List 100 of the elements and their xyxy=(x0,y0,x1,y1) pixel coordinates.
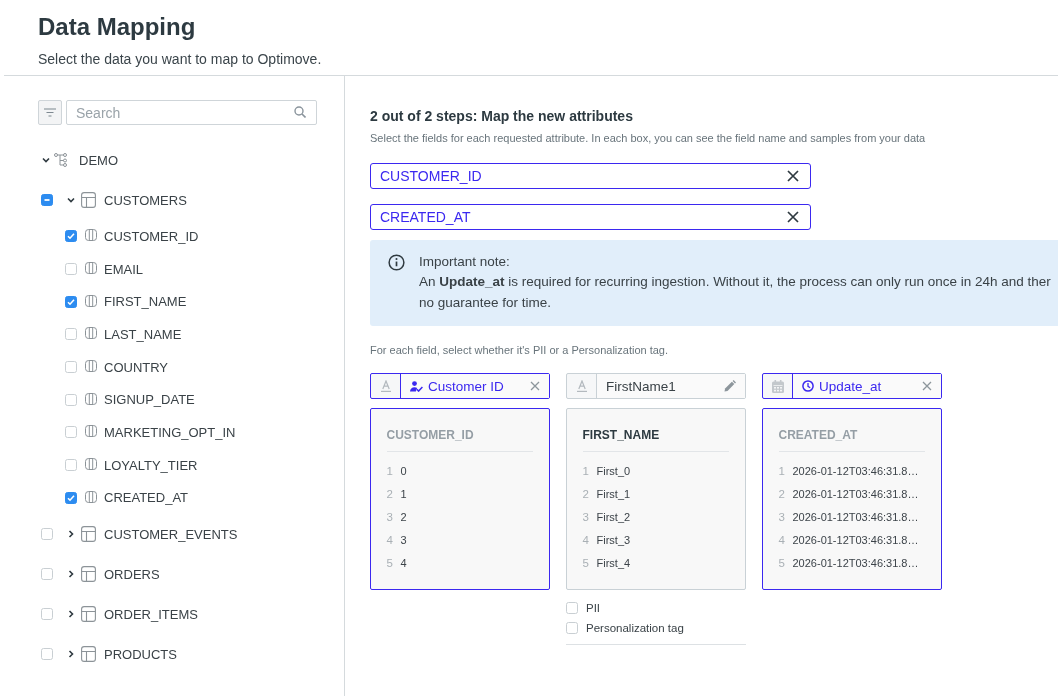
checkbox[interactable] xyxy=(65,295,77,308)
field-sample-card[interactable]: CUSTOMER_ID 1 0 2 1 3 2 4 3 5 4 xyxy=(370,408,550,590)
search-icon xyxy=(294,106,306,118)
tree-item[interactable]: ORDER_ITEMS xyxy=(104,606,198,622)
search-field[interactable]: Search xyxy=(66,100,317,125)
columns-icon xyxy=(85,229,97,242)
selected-field[interactable]: CREATED_AT xyxy=(370,204,811,230)
field-sample-card[interactable]: FIRST_NAME 1 First_0 2 First_1 3 First_2 4 First_3 5 First_4 xyxy=(566,408,746,590)
table-icon xyxy=(81,526,96,543)
chevron-right-icon[interactable] xyxy=(67,530,75,539)
step-description: Select the fields for each requested attribute. In each box, you can see the field name and samples from your data xyxy=(370,131,926,145)
tree-item[interactable]: COUNTRY xyxy=(104,359,169,375)
field-sample-card[interactable]: CREATED_AT 1 2026-01-12T03:46:31.8… 2 2026-01-12T03:46:31.8… 3 2026-01-12T03:46:31.8… 4 2026-01-12T03:46:31.8… 5 2026-01-12T03:46:31.8… xyxy=(762,408,942,590)
checkbox[interactable] xyxy=(65,459,77,472)
row-number: 1 xyxy=(778,464,786,477)
note-title: Important note: xyxy=(419,253,510,271)
sample-value: 2026-01-12T03:46:31.8… xyxy=(792,464,919,477)
attribute-label: Customer ID xyxy=(428,378,505,394)
tree-item[interactable]: EMAIL xyxy=(104,261,143,277)
columns-icon xyxy=(85,458,97,471)
tree-item[interactable]: PRODUCTS xyxy=(104,646,177,662)
hint-text: For each field, select whether it's PII or a Personalization tag. xyxy=(370,343,669,357)
columns-icon xyxy=(85,262,97,275)
tree-item[interactable]: SIGNUP_DATE xyxy=(104,392,195,408)
attribute-picker[interactable]: Customer ID xyxy=(370,373,550,399)
pencil-icon[interactable] xyxy=(724,380,736,392)
close-icon[interactable] xyxy=(787,170,799,182)
sample-value: First_1 xyxy=(596,487,631,500)
chevron-right-icon[interactable] xyxy=(67,610,75,619)
checkbox[interactable] xyxy=(41,528,53,541)
row-number: 2 xyxy=(778,487,786,500)
tree-item[interactable]: LAST_NAME xyxy=(104,326,182,342)
row-number: 1 xyxy=(582,464,590,477)
checkbox[interactable] xyxy=(41,608,53,621)
table-icon xyxy=(81,606,96,623)
tree-item[interactable]: MARKETING_OPT_IN xyxy=(104,424,236,440)
row-number: 3 xyxy=(582,510,590,523)
sample-value: First_3 xyxy=(596,533,631,546)
sample-value: First_4 xyxy=(596,556,631,569)
text-format-icon xyxy=(576,380,587,392)
text-format-icon xyxy=(380,380,391,392)
attribute-label: FirstName1 xyxy=(606,378,677,394)
chevron-right-icon[interactable] xyxy=(67,570,75,579)
columns-icon xyxy=(85,425,97,438)
tree-item[interactable]: DEMO xyxy=(79,152,118,168)
checkbox[interactable] xyxy=(65,361,77,374)
checkbox[interactable] xyxy=(65,393,77,406)
tree-item[interactable]: CUSTOMER_EVENTS xyxy=(104,526,238,542)
checkbox[interactable] xyxy=(566,602,578,614)
sample-value: 2 xyxy=(400,510,407,523)
filter-button[interactable] xyxy=(38,100,62,125)
checkbox[interactable] xyxy=(65,230,77,243)
tree-item[interactable]: FIRST_NAME xyxy=(104,294,187,310)
sample-value: 2026-01-12T03:46:31.8… xyxy=(792,487,919,500)
info-icon xyxy=(388,254,405,271)
tree-item[interactable]: CUSTOMER_ID xyxy=(104,228,199,244)
tree-item[interactable]: LOYALTY_TIER xyxy=(104,457,198,473)
chevron-down-icon[interactable] xyxy=(67,196,75,204)
calendar-icon xyxy=(771,379,784,393)
chevron-right-icon[interactable] xyxy=(67,650,75,659)
tree-item[interactable]: CUSTOMERS xyxy=(104,192,187,208)
page-title: Data Mapping xyxy=(38,12,196,42)
filter-icon xyxy=(44,108,56,117)
checkbox-label: Personalization tag xyxy=(586,622,684,634)
tree-item[interactable]: CREATED_AT xyxy=(104,490,189,506)
row-number: 4 xyxy=(778,533,786,546)
checkbox[interactable] xyxy=(41,194,53,206)
checkbox[interactable] xyxy=(65,491,77,504)
checkbox[interactable] xyxy=(65,328,77,341)
column-name: FIRST_NAME xyxy=(582,427,660,443)
sample-value: First_2 xyxy=(596,510,631,523)
row-number: 3 xyxy=(778,510,786,523)
attribute-picker[interactable]: FirstName1 xyxy=(566,373,746,399)
attribute-picker[interactable]: Update_at xyxy=(762,373,942,399)
row-number: 1 xyxy=(386,464,394,477)
sample-value: 0 xyxy=(400,464,407,477)
row-number: 2 xyxy=(582,487,590,500)
table-icon xyxy=(81,192,96,208)
row-number: 2 xyxy=(386,487,394,500)
selected-field[interactable]: CUSTOMER_ID xyxy=(370,163,811,189)
close-icon[interactable] xyxy=(787,211,799,223)
checkbox[interactable] xyxy=(566,622,578,634)
column-name: CUSTOMER_ID xyxy=(386,427,474,443)
user-check-icon xyxy=(410,380,423,392)
columns-icon xyxy=(85,360,97,373)
checkbox[interactable] xyxy=(65,426,77,439)
tree-item[interactable]: ORDERS xyxy=(104,566,160,582)
sample-value: 2026-01-12T03:46:31.8… xyxy=(792,556,919,569)
chevron-down-icon[interactable] xyxy=(42,156,50,164)
table-icon xyxy=(81,566,96,583)
hierarchy-icon xyxy=(54,153,67,167)
page-subtitle: Select the data you want to map to Optimove. xyxy=(38,50,322,68)
row-number: 5 xyxy=(778,556,786,569)
checkbox[interactable] xyxy=(41,648,53,661)
sample-value: 2026-01-12T03:46:31.8… xyxy=(792,510,919,523)
checkbox[interactable] xyxy=(65,263,77,276)
columns-icon xyxy=(85,294,97,307)
step-title: 2 out of 2 steps: Map the new attributes xyxy=(370,107,633,125)
checkbox[interactable] xyxy=(41,568,53,581)
columns-icon xyxy=(85,392,97,405)
